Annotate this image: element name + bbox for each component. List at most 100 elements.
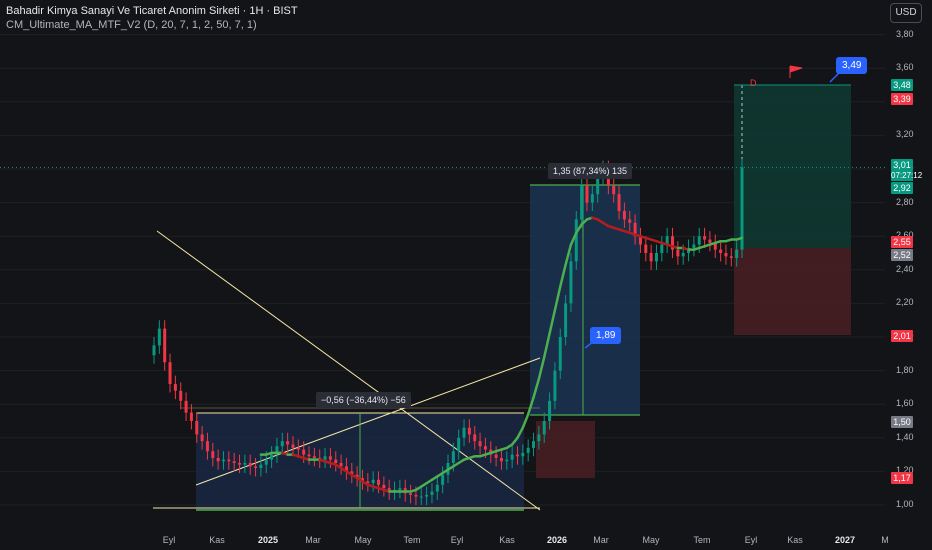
x-tick-label: Tem: [403, 535, 421, 545]
candle-body: [735, 249, 739, 259]
measure-label-drop[interactable]: −0,56 (−36,44%) −56: [316, 392, 411, 408]
indicator-legend[interactable]: CM_Ultimate_MA_MTF_V2 (D, 20, 7, 1, 2, 5…: [6, 19, 257, 31]
y-tick-label: 1,60: [896, 398, 914, 409]
candle-body: [494, 454, 498, 458]
candle-body: [580, 185, 584, 220]
candle-body: [430, 491, 434, 495]
x-tick-label: Mar: [305, 535, 321, 545]
candle-body: [152, 345, 156, 356]
price-chart[interactable]: D: [0, 0, 932, 550]
candle-body: [462, 427, 466, 438]
candle-body: [569, 261, 573, 304]
candle-body: [553, 370, 557, 401]
candle-body: [414, 494, 418, 497]
x-tick-label: Kas: [209, 535, 225, 545]
candle-body: [451, 451, 455, 463]
candle-body: [205, 441, 209, 452]
candle-body: [676, 249, 680, 257]
candle-body: [254, 466, 258, 469]
candle-body: [644, 244, 648, 253]
candle-body: [499, 457, 503, 462]
bar-countdown: 07:27:12: [891, 171, 923, 181]
ma-line-segment: [735, 236, 744, 241]
candle-body: [291, 444, 295, 448]
candle-body: [441, 474, 445, 485]
candle-body: [558, 337, 562, 371]
candle-body: [195, 421, 199, 435]
candle-body: [243, 463, 247, 465]
candle-body: [286, 441, 290, 445]
candle-body: [435, 484, 439, 492]
candle-body: [719, 249, 723, 253]
x-tick-label: Eyl: [744, 535, 758, 545]
chart-title: Bahadir Kimya Sanayi Ve Ticaret Anonim S…: [6, 5, 298, 17]
measure-label-rise[interactable]: 1,35 (87,34%) 135: [548, 163, 633, 179]
candle-body: [398, 488, 402, 490]
candle-body: [521, 452, 525, 457]
x-tick-label: Tem: [693, 535, 711, 545]
candle-body: [339, 463, 343, 467]
candle-body: [221, 459, 225, 462]
candle-body: [628, 219, 632, 223]
candle-body: [227, 459, 231, 462]
candle-body: [157, 328, 161, 346]
candle-body: [515, 454, 519, 457]
candle-body: [270, 454, 274, 460]
candle-body: [184, 400, 188, 413]
price-tag: 3,48: [891, 79, 913, 91]
candle-body: [307, 454, 311, 457]
candle-body: [729, 256, 733, 259]
candle-body: [724, 253, 728, 257]
range-box-rise: [530, 185, 640, 415]
candle-body: [548, 400, 552, 421]
callout-low[interactable]: 1,89: [590, 327, 622, 344]
candle-body: [302, 449, 306, 455]
x-tick-label: Eyl: [450, 535, 464, 545]
x-tick-label: Mar: [593, 535, 609, 545]
y-tick-label: 3,80: [896, 28, 914, 39]
candle-body: [173, 384, 177, 391]
candle-body: [510, 454, 514, 460]
candle-body: [334, 459, 338, 463]
candle-body: [189, 412, 193, 421]
candle-body: [649, 253, 653, 262]
candle-body: [259, 464, 263, 469]
candle-body: [467, 427, 471, 435]
candle-body: [617, 194, 621, 211]
candle-body: [419, 496, 423, 498]
price-tag: 1,50: [891, 416, 913, 428]
candle-body: [216, 457, 220, 462]
candle-body: [532, 441, 536, 448]
x-tick-label: M: [881, 535, 889, 545]
candle-body: [526, 447, 530, 453]
y-tick-label: 1,00: [896, 499, 914, 509]
x-tick-label: 2026: [546, 535, 568, 545]
target-zone-box: [734, 85, 851, 248]
candle-body: [542, 421, 546, 435]
candle-body: [163, 328, 167, 363]
currency-button[interactable]: USD: [890, 3, 922, 23]
price-tag: 1,17: [891, 472, 913, 484]
y-tick-label: 1,40: [896, 431, 914, 442]
candle-body: [457, 437, 461, 452]
candle-body: [296, 447, 300, 450]
candle-body: [622, 211, 626, 220]
candle-body: [312, 456, 316, 458]
candle-body: [200, 434, 204, 442]
candle-body: [168, 362, 172, 385]
candle-body: [328, 456, 332, 460]
candle-body: [483, 446, 487, 450]
candle-body: [409, 493, 413, 495]
candle-body: [708, 239, 712, 243]
price-tag: 2,55: [891, 236, 913, 248]
candle-body: [590, 194, 594, 203]
candle-body: [505, 459, 509, 462]
candle-body: [654, 253, 658, 262]
candle-body: [703, 236, 707, 240]
y-tick-label: 1,80: [896, 364, 914, 375]
candle-body: [574, 219, 578, 262]
callout-high[interactable]: 3,49: [836, 57, 868, 74]
x-tick-label: May: [354, 535, 372, 545]
candle-body: [232, 461, 236, 463]
candle-body: [377, 479, 381, 485]
